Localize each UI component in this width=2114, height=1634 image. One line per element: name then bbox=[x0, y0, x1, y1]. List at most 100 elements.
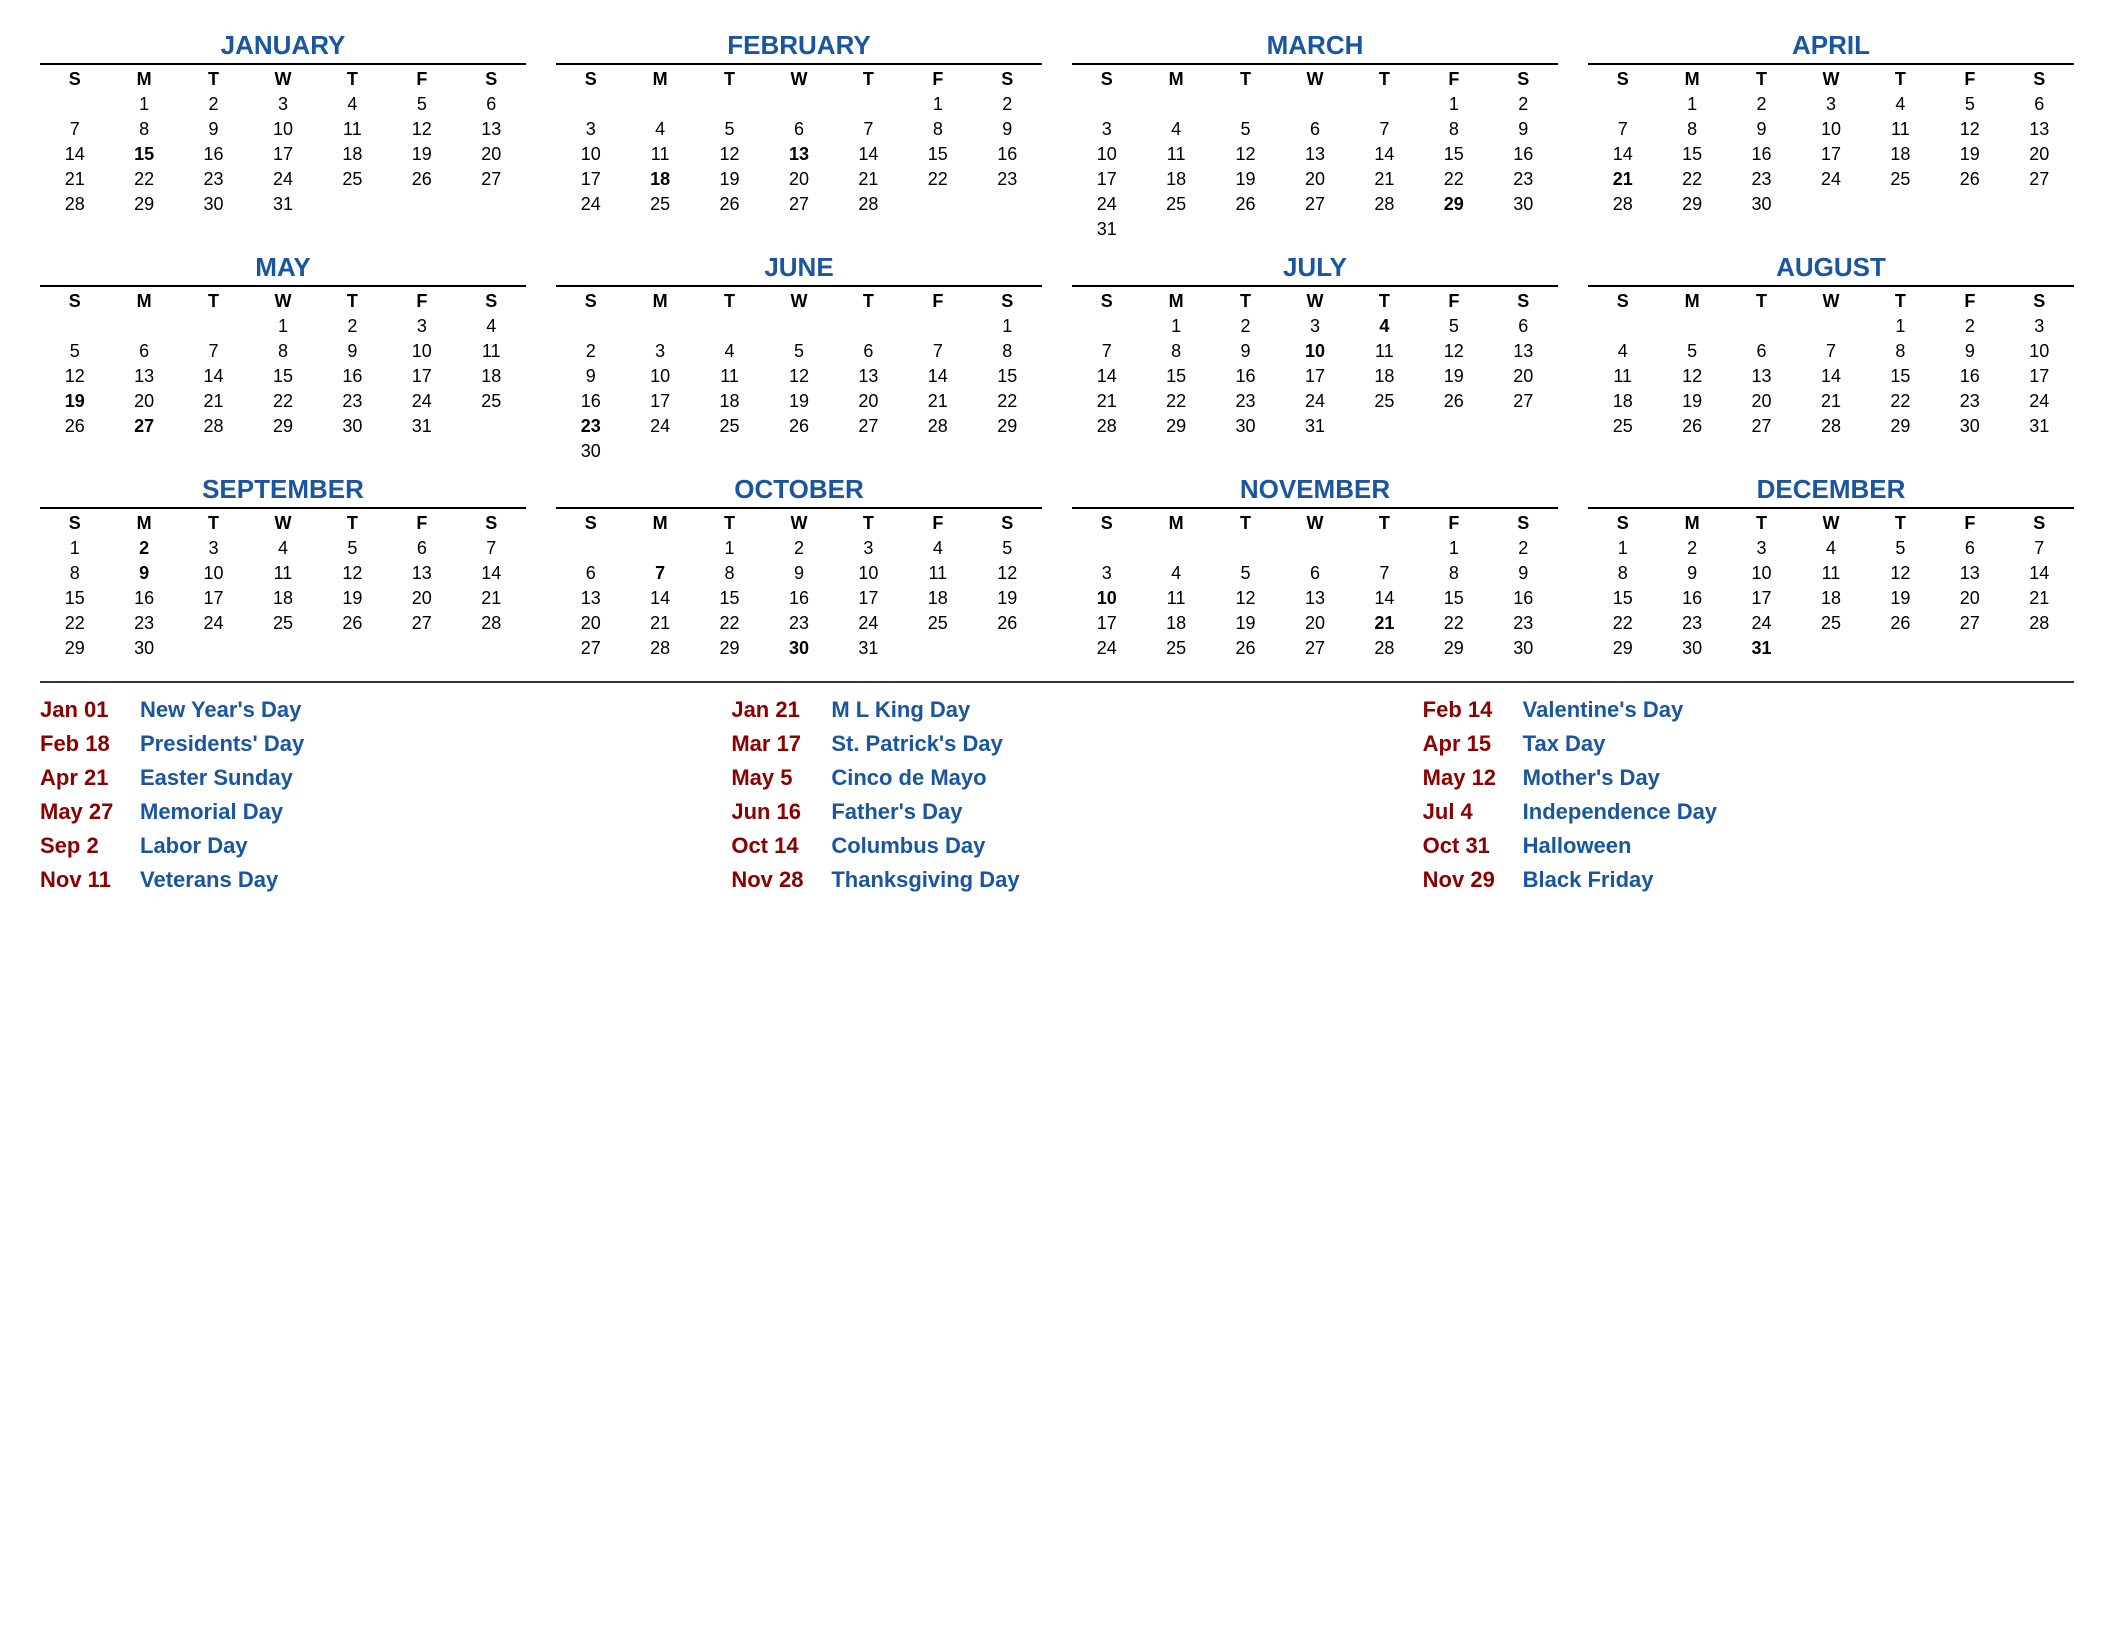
day-header: M bbox=[1141, 511, 1210, 536]
holiday-date: Apr 15 bbox=[1423, 731, 1513, 757]
cal-day: 30 bbox=[109, 636, 178, 661]
cal-day: 15 bbox=[1657, 142, 1726, 167]
day-header: W bbox=[248, 289, 317, 314]
cal-day: 5 bbox=[387, 92, 456, 117]
cal-day: 28 bbox=[834, 192, 903, 217]
cal-table: SMTWTFS123456789101112131415161718192021… bbox=[40, 289, 526, 439]
cal-day: 30 bbox=[1657, 636, 1726, 661]
cal-day: 18 bbox=[1588, 389, 1657, 414]
cal-day: 1 bbox=[1419, 92, 1488, 117]
cal-day: 30 bbox=[1211, 414, 1280, 439]
cal-day: 8 bbox=[1866, 339, 1935, 364]
day-header: W bbox=[1796, 289, 1865, 314]
cal-day: 7 bbox=[1072, 339, 1141, 364]
day-header: W bbox=[764, 67, 833, 92]
cal-day bbox=[1280, 217, 1349, 242]
day-header: S bbox=[1588, 289, 1657, 314]
cal-day: 9 bbox=[1727, 117, 1796, 142]
cal-day: 22 bbox=[1419, 611, 1488, 636]
day-header: F bbox=[903, 511, 972, 536]
cal-day: 29 bbox=[1419, 636, 1488, 661]
holiday-name: Thanksgiving Day bbox=[831, 867, 1019, 893]
cal-day: 7 bbox=[834, 117, 903, 142]
cal-day bbox=[973, 636, 1042, 661]
cal-day: 23 bbox=[1489, 167, 1558, 192]
cal-day: 13 bbox=[109, 364, 178, 389]
day-header: T bbox=[1350, 511, 1419, 536]
day-header: F bbox=[1419, 289, 1488, 314]
cal-day: 4 bbox=[248, 536, 317, 561]
day-header: F bbox=[387, 511, 456, 536]
cal-day bbox=[1350, 536, 1419, 561]
cal-day: 13 bbox=[387, 561, 456, 586]
day-header: M bbox=[1657, 511, 1726, 536]
cal-day: 10 bbox=[179, 561, 248, 586]
day-header: M bbox=[1141, 67, 1210, 92]
cal-day: 3 bbox=[248, 92, 317, 117]
holiday-row: Feb 14Valentine's Day bbox=[1423, 693, 2074, 727]
cal-day: 28 bbox=[457, 611, 526, 636]
month-name: OCTOBER bbox=[556, 474, 1042, 509]
cal-day: 14 bbox=[1350, 142, 1419, 167]
cal-day bbox=[625, 92, 694, 117]
cal-day: 25 bbox=[1866, 167, 1935, 192]
cal-day bbox=[179, 636, 248, 661]
cal-day: 20 bbox=[1935, 586, 2004, 611]
month-june: JUNESMTWTFS12345678910111213141516171819… bbox=[556, 252, 1042, 464]
holiday-row: May 5Cinco de Mayo bbox=[731, 761, 1382, 795]
cal-day bbox=[1796, 636, 1865, 661]
holiday-row: Mar 17St. Patrick's Day bbox=[731, 727, 1382, 761]
holiday-name: M L King Day bbox=[831, 697, 970, 723]
cal-day: 17 bbox=[556, 167, 625, 192]
cal-day: 4 bbox=[625, 117, 694, 142]
cal-day: 31 bbox=[2005, 414, 2074, 439]
day-header: S bbox=[40, 67, 109, 92]
cal-day: 3 bbox=[1072, 117, 1141, 142]
cal-day: 26 bbox=[1211, 192, 1280, 217]
cal-day: 28 bbox=[1588, 192, 1657, 217]
cal-day: 17 bbox=[1072, 167, 1141, 192]
cal-day: 19 bbox=[1211, 167, 1280, 192]
cal-day: 27 bbox=[1727, 414, 1796, 439]
cal-day: 19 bbox=[1211, 611, 1280, 636]
cal-day: 13 bbox=[764, 142, 833, 167]
day-header: T bbox=[834, 511, 903, 536]
day-header: T bbox=[1727, 289, 1796, 314]
cal-day: 5 bbox=[1419, 314, 1488, 339]
cal-day: 20 bbox=[387, 586, 456, 611]
cal-day: 3 bbox=[1796, 92, 1865, 117]
cal-day: 1 bbox=[903, 92, 972, 117]
cal-day: 28 bbox=[40, 192, 109, 217]
holiday-row: Jan 01New Year's Day bbox=[40, 693, 691, 727]
cal-day: 31 bbox=[834, 636, 903, 661]
holiday-name: Veterans Day bbox=[140, 867, 278, 893]
calendars-grid: JANUARYSMTWTFS12345678910111213141516171… bbox=[40, 30, 2074, 661]
cal-day: 15 bbox=[1588, 586, 1657, 611]
cal-day: 8 bbox=[695, 561, 764, 586]
cal-day: 25 bbox=[1588, 414, 1657, 439]
cal-day: 14 bbox=[179, 364, 248, 389]
cal-day: 5 bbox=[40, 339, 109, 364]
cal-day: 2 bbox=[1489, 536, 1558, 561]
cal-day: 5 bbox=[973, 536, 1042, 561]
month-august: AUGUSTSMTWTFS123456789101112131415161718… bbox=[1588, 252, 2074, 464]
cal-table: SMTWTFS123456789101112131415161718192021… bbox=[1588, 289, 2074, 439]
cal-day: 10 bbox=[2005, 339, 2074, 364]
day-header: T bbox=[1211, 511, 1280, 536]
cal-table: SMTWTFS123456789101112131415161718192021… bbox=[40, 67, 526, 217]
day-header: T bbox=[695, 511, 764, 536]
cal-day: 15 bbox=[1419, 586, 1488, 611]
cal-day: 4 bbox=[903, 536, 972, 561]
holiday-name: Halloween bbox=[1523, 833, 1632, 859]
cal-day: 26 bbox=[40, 414, 109, 439]
month-name: APRIL bbox=[1588, 30, 2074, 65]
cal-day: 6 bbox=[1727, 339, 1796, 364]
cal-day: 3 bbox=[1072, 561, 1141, 586]
cal-day: 21 bbox=[1072, 389, 1141, 414]
cal-day: 17 bbox=[625, 389, 694, 414]
cal-day: 13 bbox=[457, 117, 526, 142]
cal-day bbox=[1727, 314, 1796, 339]
cal-day: 1 bbox=[1419, 536, 1488, 561]
cal-day: 14 bbox=[1588, 142, 1657, 167]
day-header: S bbox=[1489, 67, 1558, 92]
